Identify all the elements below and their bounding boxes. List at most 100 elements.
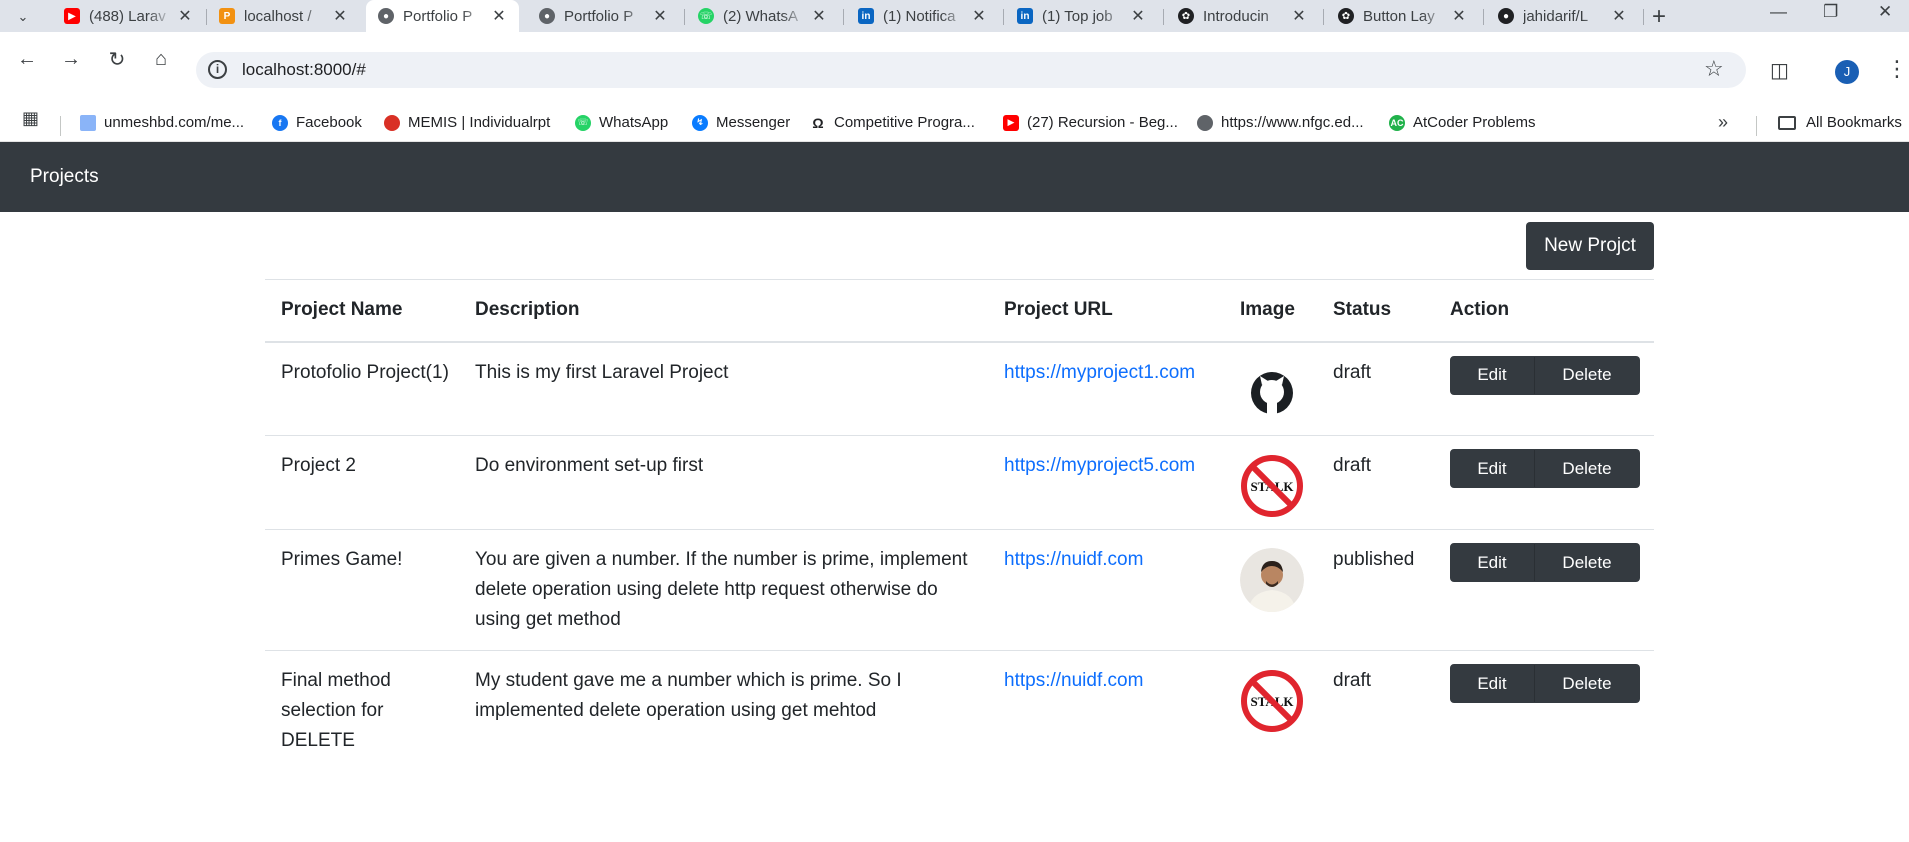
tab-strip: ⌄ ▶ (488) Larav ✕ P localhost / ✕ ● Port… — [0, 0, 1909, 32]
youtube-icon: ▶ — [64, 8, 80, 24]
github-icon: ● — [1498, 8, 1514, 24]
messenger-icon: ↯ — [692, 114, 708, 131]
openai-icon: ✿ — [1338, 8, 1354, 24]
edit-button[interactable]: Edit — [1450, 355, 1534, 395]
bookmark-memis[interactable]: MEMIS | Individualrpt — [384, 114, 550, 131]
table-row: Protofolio Project(1) This is my first L… — [265, 341, 1654, 436]
folder-icon — [1778, 115, 1796, 130]
bookmark-nfgc[interactable]: https://www.nfgc.ed... — [1197, 114, 1364, 131]
navbar-brand[interactable]: Projects — [30, 166, 99, 188]
column-header: Description — [459, 279, 988, 343]
delete-button[interactable]: Delete — [1534, 449, 1640, 488]
project-url-link[interactable]: https://myproject1.com — [1004, 362, 1195, 383]
atcoder-icon: AC — [1389, 114, 1405, 131]
project-name: Primes Game! — [265, 529, 459, 651]
all-bookmarks-button[interactable]: All Bookmarks — [1778, 114, 1902, 131]
action-button-group: Edit Delete — [1450, 664, 1654, 703]
extensions-puzzle-icon[interactable]: ◫ — [1770, 58, 1789, 83]
edit-button[interactable]: Edit — [1450, 664, 1534, 703]
project-status: draft — [1317, 435, 1434, 530]
bookmark-star-icon[interactable]: ☆ — [1704, 56, 1724, 82]
document-icon — [80, 114, 96, 131]
reload-icon[interactable]: ↻ — [102, 44, 132, 74]
apps-grid-icon[interactable]: ▦ — [22, 108, 39, 129]
url-text[interactable]: localhost:8000/# — [242, 60, 366, 80]
close-icon[interactable]: ✕ — [807, 6, 831, 26]
project-url-link[interactable]: https://myproject5.com — [1004, 455, 1195, 476]
tab-introducing[interactable]: ✿ Introducin ✕ — [1166, 0, 1319, 32]
close-icon[interactable]: ✕ — [1607, 6, 1631, 26]
tab-phpmyadmin[interactable]: P localhost / ✕ — [207, 0, 360, 32]
browser-menu-icon[interactable]: ⋮ — [1886, 56, 1908, 82]
project-status: draft — [1317, 341, 1434, 436]
tab-portfolio-active[interactable]: ● Portfolio P ✕ — [366, 0, 519, 32]
table-row: Primes Game! You are given a number. If … — [265, 529, 1654, 651]
new-tab-plus-icon[interactable]: + — [1652, 3, 1666, 31]
bookmark-messenger[interactable]: ↯ Messenger — [692, 114, 790, 131]
bookmarks-bar: ▦ unmeshbd.com/me... f Facebook MEMIS | … — [0, 108, 1909, 142]
action-button-group: Edit Delete — [1450, 355, 1654, 395]
linkedin-icon: in — [1017, 8, 1033, 24]
tab-button-layout[interactable]: ✿ Button Lay ✕ — [1326, 0, 1479, 32]
profile-photo-image — [1240, 548, 1304, 612]
tab-whatsapp[interactable]: ☏ (2) WhatsA ✕ — [686, 0, 839, 32]
browser-toolbar: ← → ↻ ⌂ i localhost:8000/# ☆ ◫ J ⋮ — [0, 32, 1909, 108]
bookmark-whatsapp[interactable]: ☏ WhatsApp — [575, 114, 668, 131]
bookmark-unmeshbd[interactable]: unmeshbd.com/me... — [80, 114, 244, 131]
back-arrow-icon[interactable]: ← — [12, 44, 42, 74]
table-header-row: Project Name Description Project URL Ima… — [265, 279, 1654, 343]
tab-linkedin-jobs[interactable]: in (1) Top job ✕ — [1005, 0, 1158, 32]
project-description: You are given a number. If the number is… — [459, 529, 988, 651]
edit-button[interactable]: Edit — [1450, 543, 1534, 582]
youtube-icon: ▶ — [1003, 114, 1019, 131]
project-name: Protofolio Project(1) — [265, 341, 459, 436]
headphones-icon: Ω — [810, 114, 826, 131]
site-navbar: Projects — [0, 142, 1909, 212]
projects-table: Project Name Description Project URL Ima… — [265, 279, 1654, 771]
delete-button[interactable]: Delete — [1534, 543, 1640, 582]
bookmark-recursion-youtube[interactable]: ▶ (27) Recursion - Beg... — [1003, 114, 1178, 131]
tab-search-chevron-icon[interactable]: ⌄ — [12, 6, 34, 28]
project-url-link[interactable]: https://nuidf.com — [1004, 549, 1143, 570]
new-project-button[interactable]: New Projct — [1526, 222, 1654, 270]
bookmark-atcoder[interactable]: AC AtCoder Problems — [1389, 114, 1536, 131]
home-icon[interactable]: ⌂ — [146, 44, 176, 74]
more-bookmarks-chevron-icon[interactable]: » — [1718, 112, 1728, 133]
tab-portfolio[interactable]: ● Portfolio P ✕ — [527, 0, 680, 32]
restore-icon[interactable]: ❐ — [1823, 2, 1838, 22]
whatsapp-icon: ☏ — [698, 8, 714, 24]
close-icon[interactable]: ✕ — [1287, 6, 1311, 26]
action-button-group: Edit Delete — [1450, 543, 1654, 582]
close-icon[interactable]: ✕ — [1447, 6, 1471, 26]
seal-icon — [1197, 114, 1213, 131]
window-close-icon[interactable]: ✕ — [1878, 2, 1892, 22]
project-name: Final method selection for DELETE — [281, 670, 391, 751]
globe-icon: ● — [539, 8, 555, 24]
address-bar[interactable]: i localhost:8000/# — [196, 52, 1746, 88]
site-info-icon[interactable]: i — [208, 60, 227, 79]
close-icon[interactable]: ✕ — [1126, 6, 1150, 26]
tab-github[interactable]: ● jahidarif/L ✕ — [1486, 0, 1639, 32]
project-description: This is my first Laravel Project — [459, 341, 988, 436]
delete-button[interactable]: Delete — [1534, 355, 1640, 395]
profile-avatar[interactable]: J — [1835, 60, 1859, 84]
delete-button[interactable]: Delete — [1534, 664, 1640, 703]
linkedin-icon: in — [858, 8, 874, 24]
tab-youtube[interactable]: ▶ (488) Larav ✕ — [52, 0, 205, 32]
close-icon[interactable]: ✕ — [648, 6, 672, 26]
stalk-sign-image: STALK — [1241, 455, 1303, 517]
project-status: published — [1317, 529, 1434, 651]
close-icon[interactable]: ✕ — [173, 6, 197, 26]
close-icon[interactable]: ✕ — [487, 6, 511, 26]
column-header: Status — [1317, 279, 1434, 343]
project-url-link[interactable]: https://nuidf.com — [1004, 670, 1143, 691]
bookmark-competitive-programming[interactable]: Ω Competitive Progra... — [810, 114, 975, 131]
close-icon[interactable]: ✕ — [328, 6, 352, 26]
edit-button[interactable]: Edit — [1450, 449, 1534, 488]
whatsapp-icon: ☏ — [575, 114, 591, 131]
close-icon[interactable]: ✕ — [967, 6, 991, 26]
forward-arrow-icon[interactable]: → — [56, 44, 86, 74]
tab-linkedin-notifications[interactable]: in (1) Notifica ✕ — [846, 0, 999, 32]
minimize-icon[interactable]: — — [1770, 2, 1787, 22]
bookmark-facebook[interactable]: f Facebook — [272, 114, 362, 131]
